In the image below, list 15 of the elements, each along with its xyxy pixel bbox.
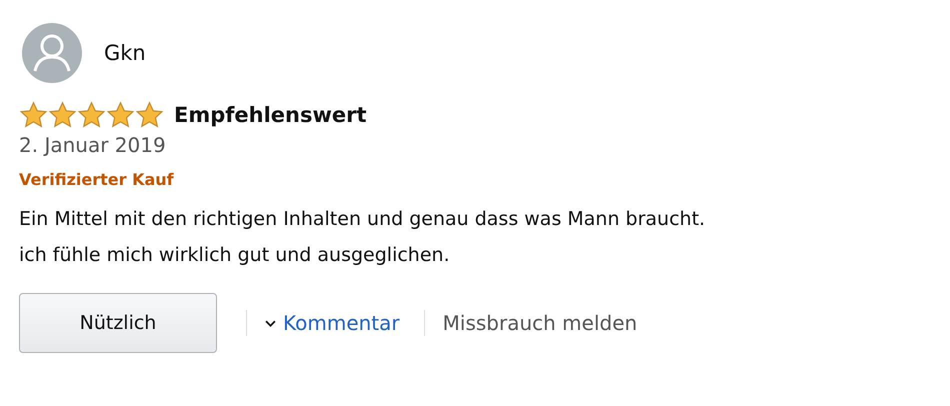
helpful-button[interactable]: Nützlich — [19, 293, 217, 353]
caret-icon — [265, 320, 276, 326]
review-title: Empfehlenswert — [174, 103, 367, 127]
avatar-icon — [22, 23, 82, 83]
author-name: Gkn — [104, 41, 146, 65]
verified-purchase-label: Verifizierter Kauf — [19, 170, 175, 189]
star-icon — [48, 101, 77, 129]
review-text: Ein Mittel mit den richtigen Inhalten und genau dass was Mann braucht. ich fühle mich wirklich gut und ausgeglichen. — [19, 207, 706, 268]
star-icon — [77, 101, 106, 129]
star-icon — [106, 101, 135, 129]
review-date: 2. Januar 2019 — [19, 133, 167, 157]
star-icon — [135, 101, 164, 129]
comment-link[interactable]: Kommentar — [265, 311, 400, 335]
report-link[interactable]: Missbrauch melden — [442, 311, 638, 335]
star-icon — [19, 101, 48, 129]
